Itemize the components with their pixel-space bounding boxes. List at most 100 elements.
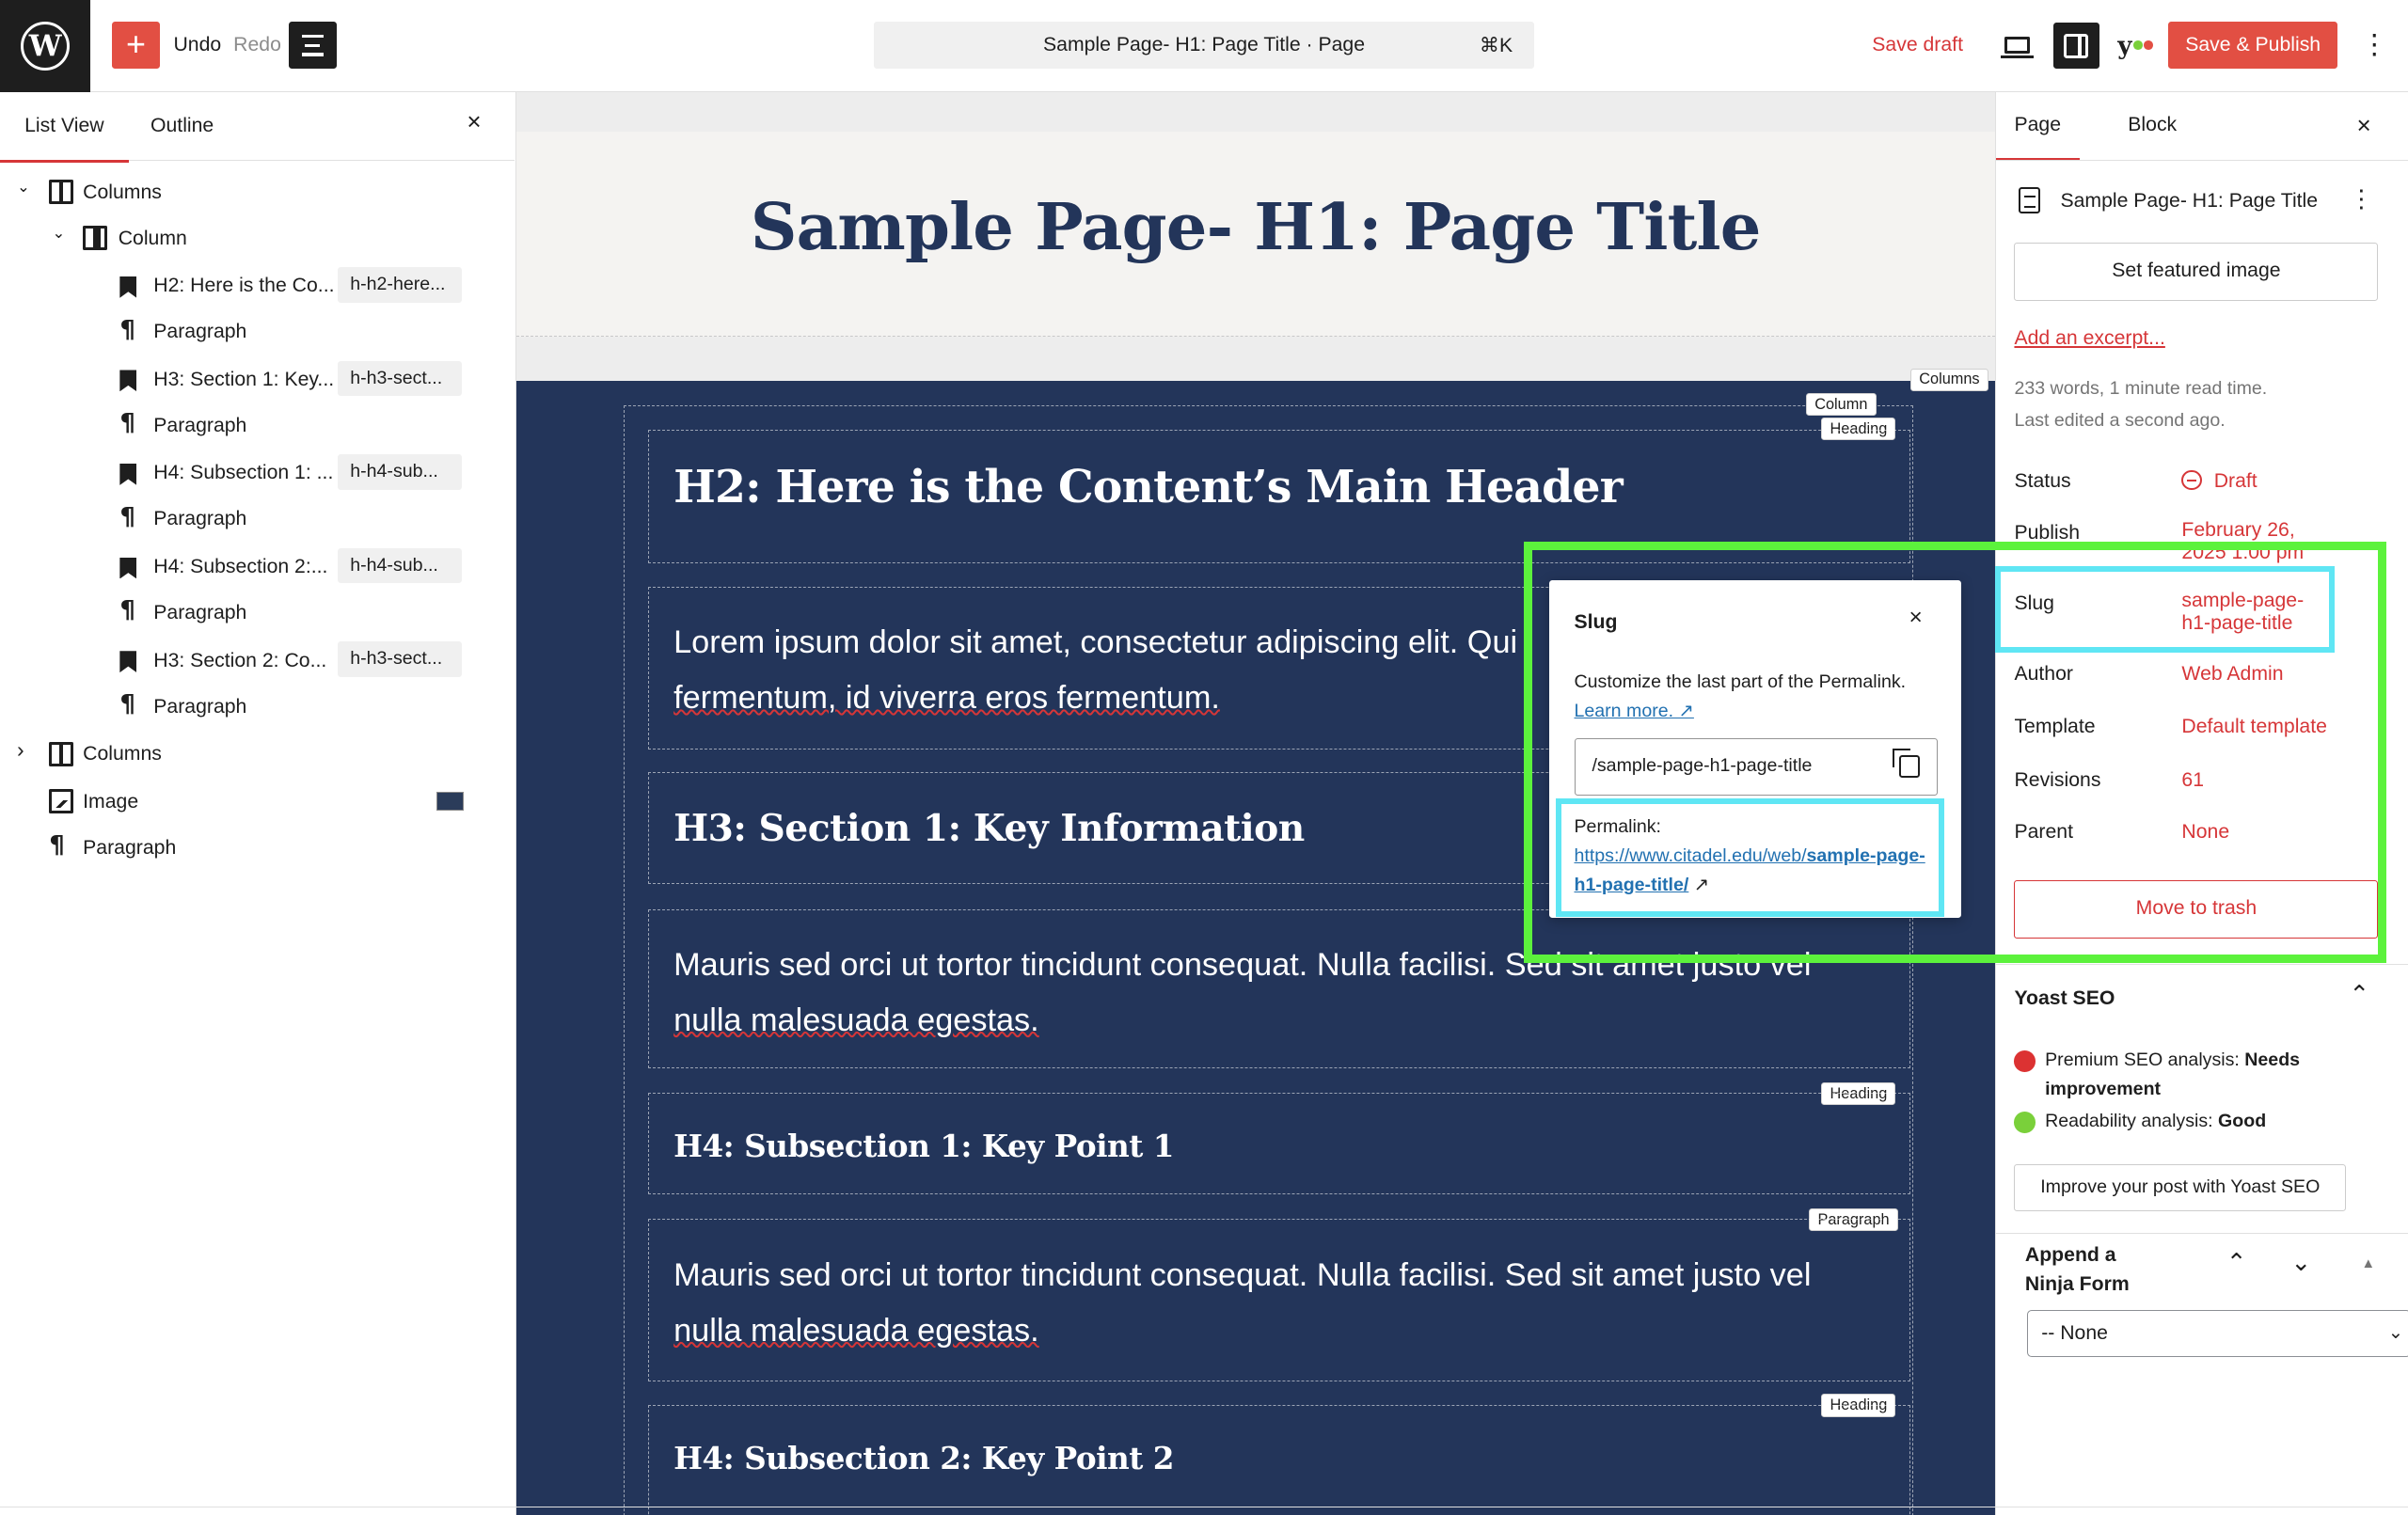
tree-item-paragraph[interactable]: ¶ Paragraph <box>0 496 515 542</box>
command-palette-bar[interactable]: Sample Page- H1: Page Title · Page ⌘K <box>874 21 1535 70</box>
chevron-down-icon[interactable]: ⌄ <box>17 178 30 197</box>
paragraph-block-icon: ¶ <box>49 831 65 860</box>
more-options-icon[interactable]: ⋮ <box>2360 24 2387 66</box>
chevron-down-icon[interactable]: ⌄ <box>53 224 66 243</box>
tree-item-paragraph[interactable]: ¶ Paragraph <box>0 825 515 871</box>
block-badge-columns: Columns <box>1910 368 1988 392</box>
tree-item-paragraph[interactable]: ¶ Paragraph <box>0 308 515 355</box>
move-to-trash-button[interactable]: Move to trash <box>2014 879 2379 939</box>
tab-block[interactable]: Block <box>2128 114 2177 136</box>
anchor-badge: h-h4-sub... <box>338 454 463 490</box>
p2-line-2: nulla malesuada egestas. <box>673 1002 1039 1038</box>
preview-icon[interactable] <box>1997 24 2038 66</box>
tree-item-label: H3: Section 1: Key... <box>153 368 335 390</box>
paragraph-block-icon: ¶ <box>119 596 135 625</box>
permalink-link[interactable]: https://www.citadel.edu/web/sample-page-… <box>1575 845 1925 895</box>
chevron-right-icon[interactable]: › <box>17 737 24 763</box>
copy-icon[interactable] <box>1893 749 1921 779</box>
p3-line-2: nulla malesuada egestas. <box>673 1312 1039 1349</box>
p2-line-1b: Sed sit amet justo vel <box>1504 946 1812 983</box>
tree-item-column[interactable]: ⌄ Column <box>0 215 515 261</box>
save-draft-button[interactable]: Save draft <box>1872 34 1963 56</box>
slug-value[interactable]: sample-page-h1-page-title <box>2181 590 2304 636</box>
heading-block-icon <box>119 464 137 485</box>
save-publish-button[interactable]: Save & Publish <box>2168 21 2337 70</box>
anchor-badge: h-h2-here... <box>338 267 463 303</box>
h3-heading: H3: Section 1: Key Information <box>673 807 1305 851</box>
h4-heading-block[interactable]: H4: Subsection 2: Key Point 2 <box>647 1404 1911 1515</box>
undo-button[interactable]: Undo <box>173 34 221 56</box>
tree-item-heading[interactable]: H4: Subsection 2:... h-h4-sub... <box>0 544 515 590</box>
yoast-panel-title[interactable]: Yoast SEO <box>2014 987 2115 1010</box>
document-overview-icon[interactable] <box>288 21 337 70</box>
tree-item-heading[interactable]: H4: Subsection 1: ... h-h4-sub... <box>0 450 515 496</box>
set-featured-image-button[interactable]: Set featured image <box>2014 242 2379 301</box>
redo-button[interactable]: Redo <box>233 34 281 56</box>
anchor-badge: h-h3-sect... <box>338 360 463 397</box>
list-view-panel: List View Outline × ⌄ Columns ⌄ Column H2: H… <box>0 91 516 1515</box>
image-block-icon <box>49 789 74 814</box>
chevron-down-icon[interactable]: ⌄ <box>2290 1248 2311 1277</box>
heading-block-icon <box>119 651 137 673</box>
yoast-icon[interactable]: y <box>2115 24 2156 66</box>
page-title[interactable]: Sample Page- H1: Page Title <box>516 190 1995 265</box>
chevron-up-icon[interactable]: ⌃ <box>2349 980 2369 1009</box>
tree-item-paragraph[interactable]: ¶ Paragraph <box>0 402 515 449</box>
close-icon[interactable]: × <box>2357 111 2371 140</box>
columns-block[interactable]: Columns Column Heading H2: Here is the C… <box>515 368 1995 1515</box>
tree-item-label: Paragraph <box>153 601 247 623</box>
add-excerpt-link[interactable]: Add an excerpt... <box>2014 327 2164 350</box>
tree-item-label: Columns <box>83 743 162 765</box>
h4-heading: H4: Subsection 2: Key Point 2 <box>673 1439 1174 1476</box>
publish-date-value[interactable]: February 26, 2025 1:00 pm <box>2181 519 2304 565</box>
tab-outline[interactable]: Outline <box>150 115 214 137</box>
tree-item-image[interactable]: Image <box>0 779 515 825</box>
tree-item-heading[interactable]: H2: Here is the Co... h-h2-here... <box>0 262 515 308</box>
tab-list-view[interactable]: List View <box>0 115 129 163</box>
ninja-form-select[interactable]: -- None ⌄ <box>2026 1309 2408 1358</box>
tree-item-heading[interactable]: H3: Section 1: Key... h-h3-sect... <box>0 356 515 402</box>
draft-icon <box>2181 469 2202 490</box>
external-link-icon: ↗ <box>1693 874 1710 895</box>
tree-item-paragraph[interactable]: ¶ Paragraph <box>0 684 515 730</box>
paragraph-block[interactable]: Mauris sed orci ut tortor tincidunt cons… <box>647 1219 1911 1382</box>
collapse-toggle-icon[interactable]: ▲ <box>2361 1256 2375 1271</box>
close-icon[interactable]: × <box>467 107 481 136</box>
ninja-form-panel-title: Append a Ninja Form <box>2024 1244 2130 1296</box>
h4-heading-block[interactable]: H4: Subsection 1: Key Point 1 <box>647 1093 1911 1195</box>
chevron-up-icon[interactable]: ⌃ <box>2226 1248 2247 1277</box>
block-badge-column: Column <box>1806 392 1877 417</box>
paragraph-block-icon: ¶ <box>119 409 135 438</box>
template-value[interactable]: Default template <box>2181 716 2327 738</box>
slug-input[interactable]: /sample-page-h1-page-title <box>1574 738 1939 796</box>
settings-sidebar-icon[interactable] <box>2052 23 2099 70</box>
h2-heading-block[interactable]: H2: Here is the Content’s Main Header <box>647 430 1911 564</box>
more-options-icon[interactable]: ⋮ <box>2349 184 2373 213</box>
status-value[interactable]: Draft <box>2181 469 2258 493</box>
paragraph-block-icon: ¶ <box>119 502 135 531</box>
popover-title: Slug <box>1574 610 1618 633</box>
p3-line-1: Mauris sed orci ut tortor tincidunt cons… <box>673 1256 1812 1293</box>
permalink: Permalink: https://www.citadel.edu/web/s… <box>1574 815 1925 895</box>
parent-value[interactable]: None <box>2181 821 2229 844</box>
settings-sidebar: Page Block × Sample Page- H1: Page Title… <box>1994 91 2408 1515</box>
tab-page[interactable]: Page <box>1995 114 2081 161</box>
wordpress-logo-icon[interactable]: W <box>0 0 91 92</box>
author-label: Author <box>2014 663 2073 686</box>
author-value[interactable]: Web Admin <box>2181 663 2283 686</box>
revisions-value[interactable]: 61 <box>2181 769 2204 792</box>
anchor-badge: h-h4-sub... <box>338 547 463 584</box>
tree-item-columns[interactable]: ⌄ Columns <box>0 169 515 215</box>
tree-item-label: Paragraph <box>153 321 247 343</box>
improve-yoast-button[interactable]: Improve your post with Yoast SEO <box>2014 1163 2347 1212</box>
tree-item-paragraph[interactable]: ¶ Paragraph <box>0 590 515 636</box>
tree-item-heading[interactable]: H3: Section 2: Co... h-h3-sect... <box>0 638 515 684</box>
tree-item-columns[interactable]: › Columns <box>0 731 515 777</box>
learn-more-link[interactable]: Learn more. ↗ <box>1575 701 1694 721</box>
publish-label: Publish <box>2014 522 2081 544</box>
close-icon[interactable]: × <box>1909 605 1922 631</box>
add-block-button[interactable]: + <box>112 21 160 70</box>
paragraph-block[interactable]: Mauris sed orci ut tortor tincidunt cons… <box>647 908 1911 1069</box>
shortcut-hint: ⌘K <box>1479 34 1513 56</box>
tree-item-label: Image <box>83 790 139 813</box>
